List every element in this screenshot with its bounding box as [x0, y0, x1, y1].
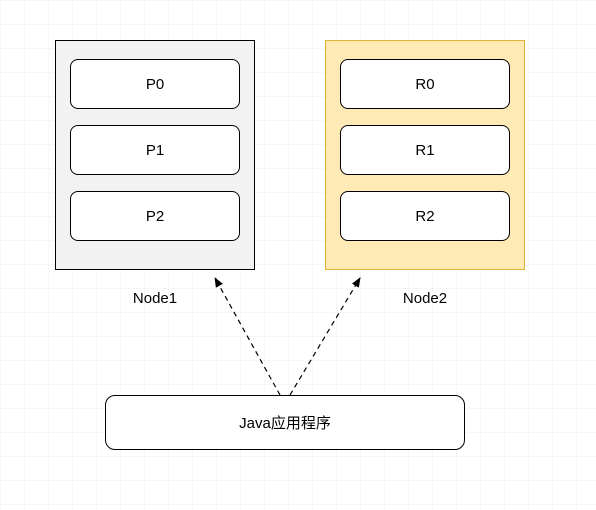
- node1-slot: P2: [70, 191, 240, 241]
- node2-slot: R0: [340, 59, 510, 109]
- node2-slot: R2: [340, 191, 510, 241]
- node1-slot: P1: [70, 125, 240, 175]
- slot-label: P1: [146, 142, 164, 159]
- node2-container: R0 R1 R2: [325, 40, 525, 270]
- app-box: Java应用程序: [105, 395, 465, 450]
- app-label: Java应用程序: [239, 412, 331, 433]
- node1-slot: P0: [70, 59, 240, 109]
- arrow-to-node2: [290, 278, 360, 395]
- node2-slot: R1: [340, 125, 510, 175]
- slot-label: R1: [415, 142, 434, 159]
- node1-label: Node1: [95, 290, 215, 307]
- slot-label: R2: [415, 208, 434, 225]
- arrow-to-node1: [215, 278, 280, 395]
- slot-label: P0: [146, 76, 164, 93]
- slot-label: R0: [415, 76, 434, 93]
- node2-label: Node2: [365, 290, 485, 307]
- node1-container: P0 P1 P2: [55, 40, 255, 270]
- slot-label: P2: [146, 208, 164, 225]
